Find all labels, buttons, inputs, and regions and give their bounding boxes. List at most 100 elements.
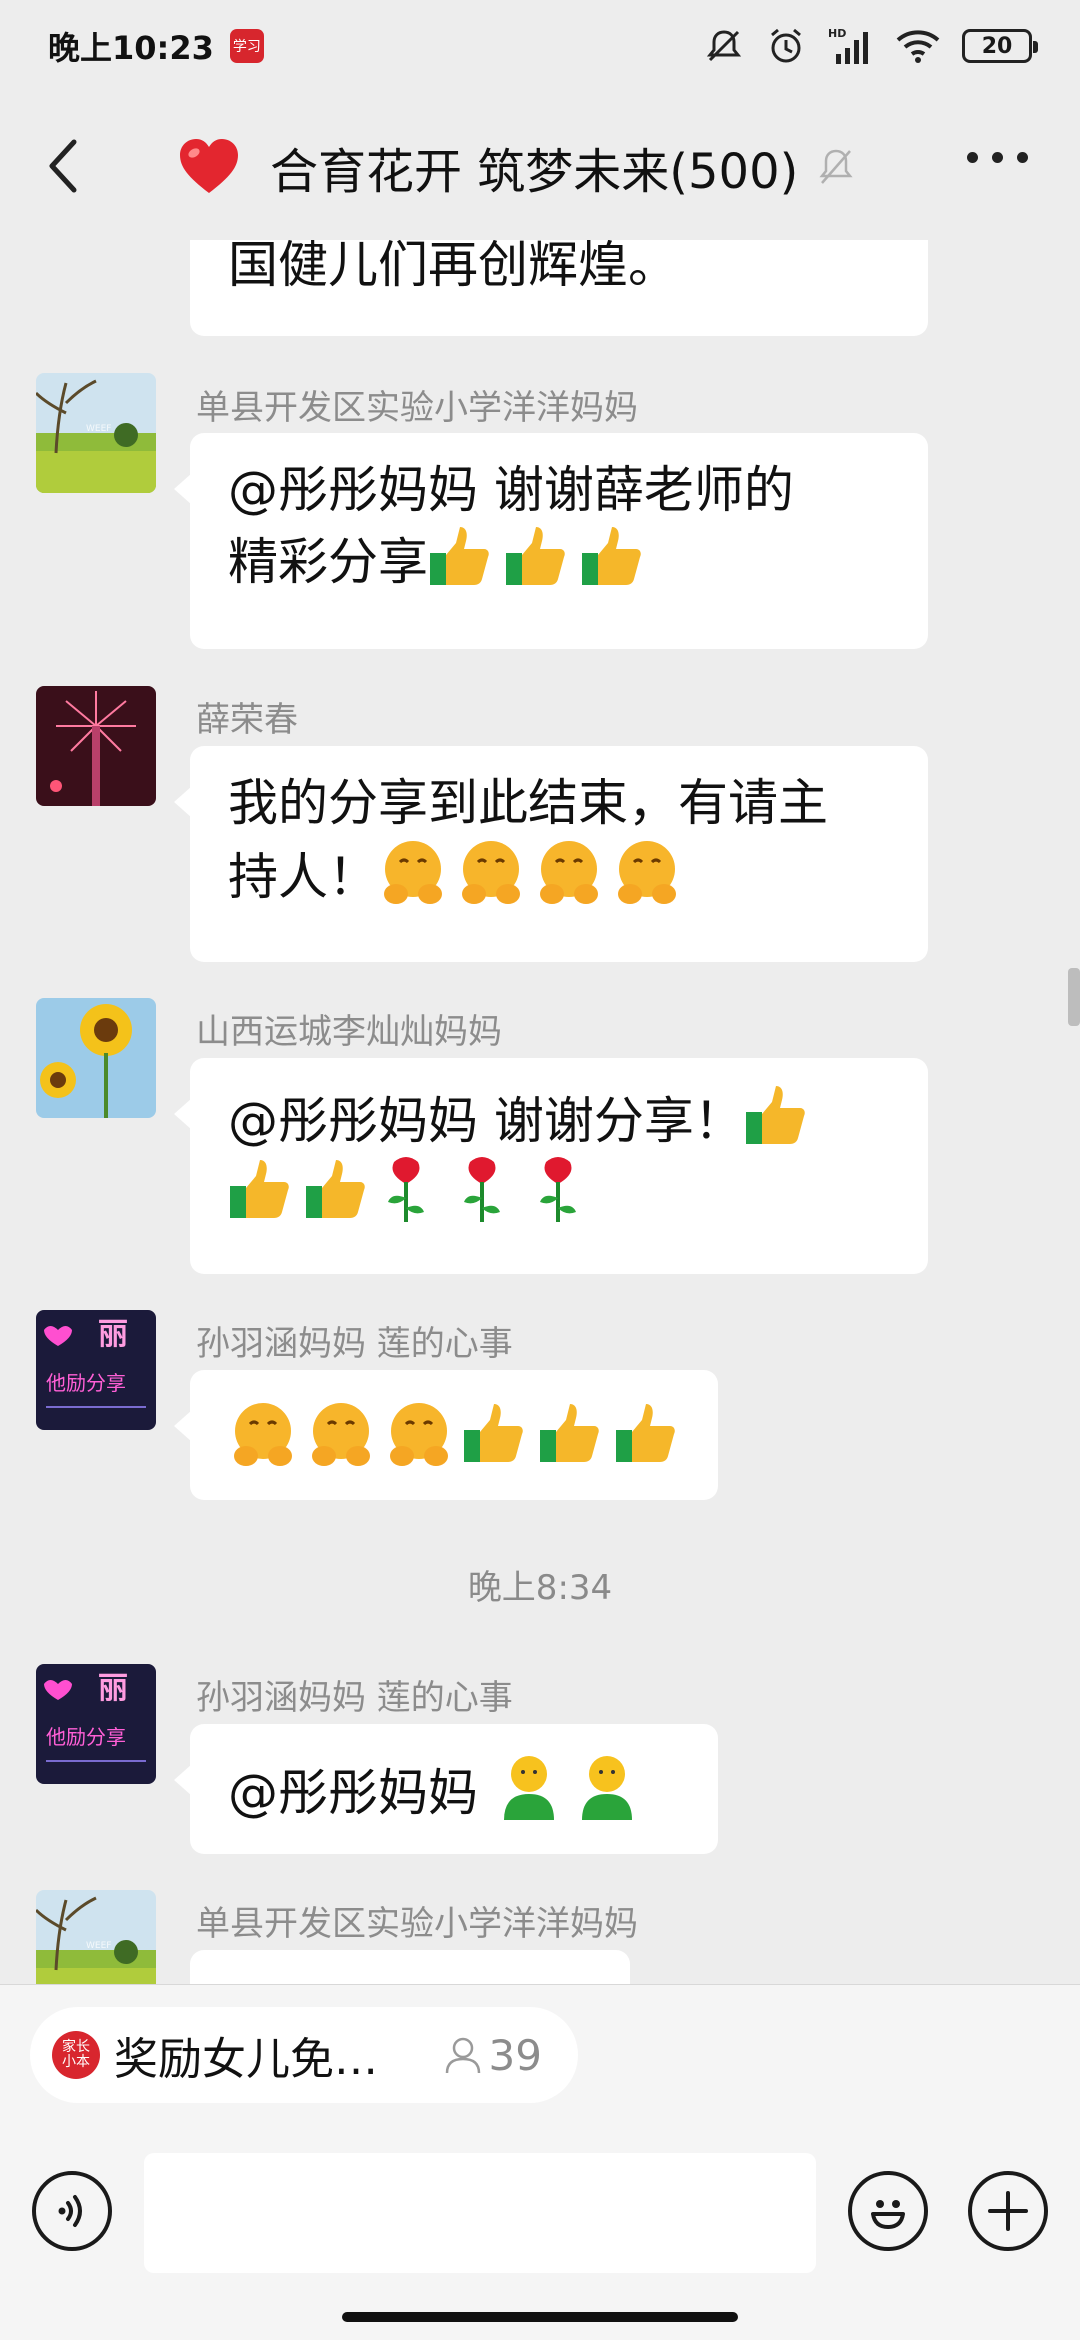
- battery-icon: 20: [962, 29, 1038, 63]
- message-text-line: 我的分享到此结束，有请主: [228, 774, 828, 832]
- mute-icon: [706, 30, 742, 62]
- message-bubble[interactable]: @彤彤妈妈 谢谢分享！: [174, 1058, 928, 1274]
- rose-emoji: [464, 1157, 500, 1222]
- wifi-icon: [896, 30, 940, 63]
- person-emoji: [503, 1756, 554, 1820]
- message-text-line-2: 精彩分享: [228, 523, 890, 595]
- message-input[interactable]: [144, 2153, 816, 2273]
- avatar[interactable]: 丽 他励分享: [36, 1310, 156, 1430]
- sender-name: 山西运城李灿灿妈妈: [196, 1012, 502, 1052]
- message-text-line-2: [228, 1154, 890, 1228]
- back-icon: [49, 139, 77, 193]
- battery-level: 20: [981, 33, 1013, 59]
- hushed-face-emoji: [540, 841, 598, 904]
- message-text: 持人！: [228, 848, 378, 906]
- svg-text:WEEF: WEEF: [86, 424, 111, 434]
- sender-name: 孙羽涵妈妈 莲的心事: [196, 1324, 513, 1364]
- person-emoji: [581, 1756, 632, 1820]
- thumbs-up-emoji: [230, 1160, 289, 1218]
- svg-text:丽: 丽: [98, 1317, 128, 1352]
- sender-name: 薛荣春: [196, 700, 298, 740]
- more-icon-dot: [1017, 152, 1028, 163]
- thumbs-up-emoji: [540, 1404, 599, 1462]
- hushed-face-emoji: [312, 1403, 370, 1466]
- viewer-count: 39: [443, 2031, 542, 2080]
- hushed-face-emoji: [384, 841, 442, 904]
- message-text-line: @彤彤妈妈 谢谢分享！: [228, 1082, 890, 1154]
- avatar[interactable]: WEEF: [36, 1890, 156, 1984]
- live-share-pill[interactable]: 家长 小本 奖励女儿免… 39: [30, 2007, 578, 2103]
- avatar-landscape-image: WEEF: [36, 1890, 156, 1984]
- message-text: 国健儿们再创辉煌。: [228, 240, 678, 294]
- more-icon: [967, 152, 978, 163]
- emoji-button[interactable]: [848, 2171, 928, 2251]
- status-icons: HD 20: [704, 26, 1038, 66]
- person-outline-icon: [445, 2037, 480, 2074]
- hushed-face-emoji: [390, 1403, 448, 1466]
- thumbs-up-emoji: [616, 1404, 675, 1462]
- thumbs-up-emoji: [306, 1160, 365, 1218]
- chat-header: 合育花开 筑梦未来(500): [0, 92, 1080, 240]
- chat-title-area[interactable]: 合育花开 筑梦未来(500): [178, 132, 856, 202]
- signal-icon: HD: [828, 27, 868, 64]
- message-bubble[interactable]: 我的分享到此结束，有请主 持人！: [174, 746, 928, 962]
- more-button[interactable]: [967, 152, 1028, 163]
- thumbs-up-emoji: [430, 527, 489, 585]
- avatar-landscape-image: WEEF: [36, 373, 156, 493]
- avatar-neon-image: 丽 他励分享: [36, 1664, 156, 1784]
- thumbs-up-emoji: [745, 1086, 805, 1144]
- message-text: @彤彤妈妈: [228, 1764, 494, 1822]
- message-text: @彤彤妈妈 谢谢分享！: [228, 1092, 744, 1150]
- back-button[interactable]: [38, 136, 88, 196]
- message-bubble[interactable]: @彤彤妈妈: [174, 1724, 718, 1854]
- thumbs-up-emoji: [464, 1404, 523, 1462]
- message-text: 精彩分享: [228, 533, 428, 591]
- avatar-sunflower-image: [36, 998, 156, 1118]
- avatar-fireworks-image: [36, 686, 156, 806]
- hushed-face-emoji: [462, 841, 520, 904]
- message-bubble[interactable]: 国健儿们再创辉煌。: [190, 240, 928, 336]
- avatar[interactable]: [36, 686, 156, 806]
- thumbs-up-emoji: [506, 527, 565, 585]
- live-logo-icon: 家长 小本: [52, 2031, 100, 2079]
- message-list[interactable]: 国健儿们再创辉煌。 WEEF 单县开发区实验小学洋洋妈妈 @彤彤妈妈 谢谢薛老师…: [0, 240, 1080, 1984]
- add-button[interactable]: [968, 2171, 1048, 2251]
- svg-text:丽: 丽: [98, 1671, 128, 1706]
- alarm-icon: [771, 28, 801, 63]
- input-bar: [0, 2149, 1080, 2279]
- heart-icon: [180, 139, 238, 193]
- sender-name: 孙羽涵妈妈 莲的心事: [196, 1678, 513, 1718]
- voice-button[interactable]: [32, 2171, 112, 2251]
- message-text-line: @彤彤妈妈 谢谢薛老师的: [228, 461, 794, 519]
- time-separator: 晚上8:34: [467, 1568, 613, 1608]
- rose-emoji: [540, 1157, 576, 1222]
- scrollbar-thumb[interactable]: [1068, 968, 1080, 1026]
- message-bubble[interactable]: [174, 1370, 718, 1500]
- hushed-face-emoji: [234, 1403, 292, 1466]
- svg-text:HD: HD: [828, 27, 846, 40]
- hushed-face-emoji: [618, 841, 676, 904]
- message-bubble[interactable]: @彤彤妈妈 谢谢薛老师的 精彩分享: [174, 433, 928, 649]
- status-time: 晚上10:23: [48, 29, 214, 67]
- avatar-neon-image: 丽 他励分享: [36, 1310, 156, 1430]
- avatar[interactable]: WEEF: [36, 373, 156, 493]
- thumbs-up-emoji: [582, 527, 641, 585]
- message-text-line-2: 持人！: [228, 836, 890, 910]
- live-title: 奖励女儿免…: [114, 2034, 378, 2085]
- voice-icon: [58, 2195, 82, 2227]
- message-text-line: @彤彤妈妈: [228, 1752, 680, 1826]
- svg-text:他励分享: 他励分享: [46, 1725, 126, 1749]
- bottom-panel: 家长 小本 奖励女儿免… 39: [0, 1984, 1080, 2340]
- avatar[interactable]: 丽 他励分享: [36, 1664, 156, 1784]
- more-icon-dot: [992, 152, 1003, 163]
- sender-name: 单县开发区实验小学洋洋妈妈: [196, 1904, 638, 1944]
- notification-app-icon: 学习: [229, 29, 264, 63]
- rose-emoji: [388, 1157, 424, 1222]
- message-bubble[interactable]: [190, 1950, 630, 1984]
- chat-title: 合育花开 筑梦未来(500): [270, 144, 799, 200]
- home-indicator[interactable]: [342, 2312, 738, 2322]
- avatar[interactable]: [36, 998, 156, 1118]
- mute-bell-icon: [819, 149, 853, 184]
- emoji-row: [228, 1398, 680, 1472]
- svg-text:他励分享: 他励分享: [46, 1371, 126, 1395]
